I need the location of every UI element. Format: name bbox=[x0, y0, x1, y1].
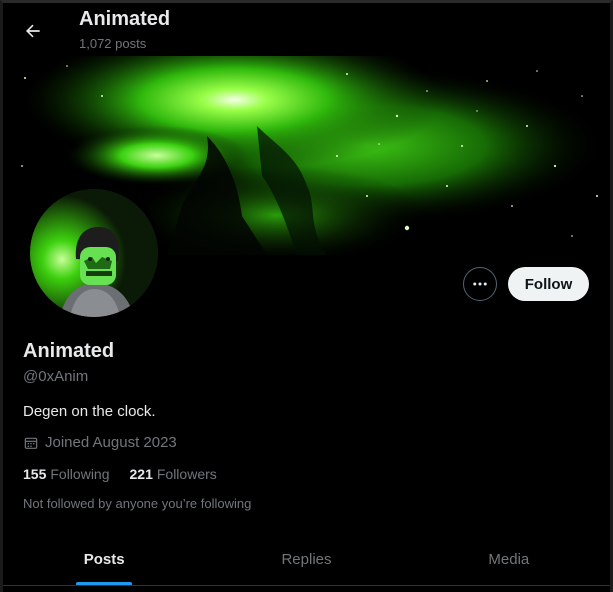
top-header: Animated 1,072 posts bbox=[0, 0, 613, 56]
following-count: 155 bbox=[23, 466, 47, 482]
post-count: 1,072 posts bbox=[79, 36, 147, 51]
tab-posts[interactable]: Posts bbox=[3, 533, 205, 586]
bio: Degen on the clock. bbox=[23, 403, 156, 420]
header-title: Animated bbox=[79, 8, 171, 30]
avatar[interactable] bbox=[26, 185, 162, 321]
handle: @0xAnim bbox=[23, 368, 89, 385]
calendar-icon bbox=[24, 437, 38, 449]
back-button[interactable] bbox=[15, 13, 51, 49]
more-horizontal-icon bbox=[473, 282, 487, 286]
display-name: Animated bbox=[23, 340, 115, 362]
tab-label: Media bbox=[488, 551, 530, 568]
avatar-image bbox=[30, 189, 158, 317]
more-button[interactable] bbox=[463, 267, 497, 301]
joined-text: Joined August 2023 bbox=[45, 434, 177, 451]
following-label: Following bbox=[50, 466, 110, 482]
followers-link[interactable]: 221 Followers bbox=[130, 466, 217, 482]
tab-media[interactable]: Media bbox=[408, 533, 610, 586]
tab-label: Replies bbox=[281, 551, 332, 568]
tab-replies[interactable]: Replies bbox=[205, 533, 407, 586]
following-link[interactable]: 155 Following bbox=[23, 466, 110, 482]
follow-button[interactable]: Follow bbox=[508, 267, 589, 301]
profile-tabs: Posts Replies Media bbox=[3, 533, 610, 586]
not-followed-note: Not followed by anyone you’re following bbox=[23, 496, 252, 511]
arrow-left-icon bbox=[26, 24, 40, 38]
joined-date: Joined August 2023 bbox=[23, 434, 177, 451]
followers-count: 221 bbox=[129, 466, 153, 482]
followers-label: Followers bbox=[156, 466, 217, 482]
tabs-divider bbox=[3, 585, 610, 586]
follow-stats: 155 Following 221 Followers bbox=[23, 466, 217, 482]
tab-label: Posts bbox=[83, 551, 125, 568]
